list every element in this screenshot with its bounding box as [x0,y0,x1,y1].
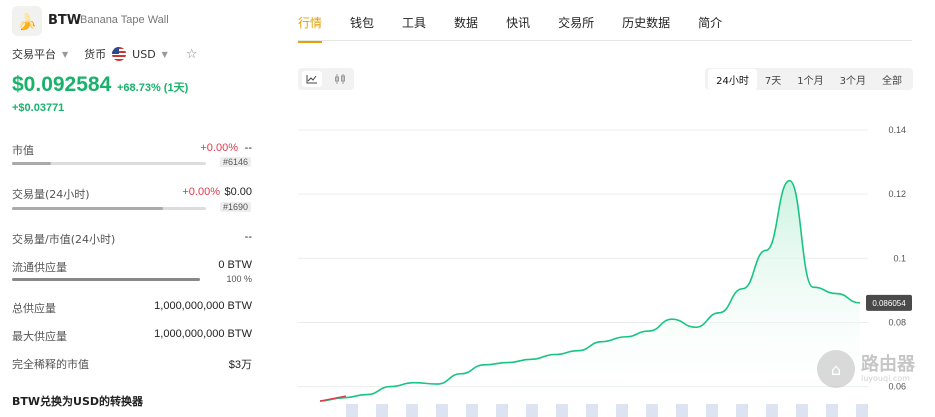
price-change-pct: +68.73% (1天) [117,82,189,94]
volume-mcap-label: 交易量/市值(24小时) [12,233,116,246]
volume-rank: #1690 [220,202,252,212]
market-cap-label: 市值 [12,144,34,157]
chart-panel: 行情 钱包 工具 数据 快讯 交易所 历史数据 简介 24小时 7天 1个月 3… [268,0,935,417]
market-cap-change: +0.00% [200,142,238,154]
chevron-down-icon: ▼ [161,49,168,59]
volume-mcap-value: -- [244,231,252,243]
volume-bar [496,404,508,417]
volume-bar [616,404,628,417]
price-area [320,180,860,402]
volume-change: +0.00% [182,186,220,198]
circulating-supply-value: 0 BTW [218,259,252,271]
volume-bar [466,404,478,417]
chevron-down-icon: ▼ [62,49,69,59]
fdv-label: 完全稀释的市值 [12,358,89,371]
fdv-value: $3万 [228,359,252,371]
volume-bar [766,404,778,417]
market-cap-rank: #6146 [220,157,252,167]
volume-bar [556,404,568,417]
volume-bar [826,404,838,417]
volume-bar [346,404,358,417]
volume-bar [406,404,418,417]
range-selector: 24小时 7天 1个月 3个月 全部 [705,68,913,90]
tab-about[interactable]: 简介 [698,14,722,43]
volume-bar [736,404,748,417]
range-24h[interactable]: 24小时 [708,68,757,90]
tab-news[interactable]: 快讯 [506,14,530,43]
main-tabs: 行情 钱包 工具 数据 快讯 交易所 历史数据 简介 [298,14,750,43]
max-supply-value: 1,000,000,000 BTW [154,328,252,340]
volume-bar [526,404,538,417]
coin-name: Banana Tape Wall [80,14,169,26]
volume-bar [436,404,448,417]
router-logo-icon: ⌂ [817,350,855,388]
price-change-abs: +$0.03771 [12,102,65,114]
circulating-bar-fill [12,278,200,281]
y-tick-label: 0.1 [893,253,906,263]
max-supply-label: 最大供应量 [12,330,67,343]
currency-dropdown[interactable]: USD [132,48,156,61]
range-all[interactable]: 全部 [874,69,910,90]
tab-tools[interactable]: 工具 [402,14,426,43]
platform-dropdown[interactable]: 交易平台 [12,46,56,62]
y-tick-label: 0.14 [888,125,906,135]
converter-title: BTW兑换为USD的转换器 [12,395,144,408]
volume-bar-fill [12,207,164,210]
star-icon[interactable]: ☆ [186,47,198,62]
current-price-tag: 0.086054 [866,294,912,311]
volume-bar [586,404,598,417]
volume-bar [646,404,658,417]
tab-history[interactable]: 历史数据 [622,14,670,43]
watermark-main: 路由器 [861,353,915,375]
market-cap-bar-fill [12,162,51,165]
circulating-pct: 100 % [226,274,252,284]
volume-bar [856,404,868,417]
volume-bar [706,404,718,417]
total-supply-value: 1,000,000,000 BTW [154,300,252,312]
market-cap-value: -- [244,142,252,154]
coin-logo: 🍌 [12,6,42,36]
volume-bar [796,404,808,417]
range-3m[interactable]: 3个月 [832,69,874,90]
platform-row: 交易平台 ▼ 货币 USD ▼ ☆ [12,46,197,62]
coin-symbol: BTW [48,13,82,28]
currency-label: 货币 [84,48,107,61]
candlestick-icon[interactable] [330,71,350,87]
volume-bar [676,404,688,417]
tab-data[interactable]: 数据 [454,14,478,43]
total-supply-label: 总供应量 [12,302,56,315]
tab-exchanges[interactable]: 交易所 [558,14,594,43]
current-price-tag-text: 0.086054 [872,299,906,308]
chart-type-toggle [298,68,354,90]
volume-bar [376,404,388,417]
tab-market[interactable]: 行情 [298,14,323,43]
market-cap-bar [12,162,206,165]
tabs-divider [298,40,912,41]
y-tick-label: 0.08 [888,317,906,327]
current-price: $0.092584 [12,73,112,96]
circulating-supply-label: 流通供应量 [12,261,67,274]
volume-label: 交易量(24小时) [12,188,90,201]
circulating-bar [12,278,200,281]
coin-info-panel: 🍌 BTW Banana Tape Wall 交易平台 ▼ 货币 USD ▼ ☆… [0,0,268,417]
volume-bar [12,207,206,210]
volume-value: $0.00 [224,186,252,198]
banana-tape-icon: 🍌 [17,11,37,31]
line-chart-icon[interactable] [302,71,322,87]
range-1m[interactable]: 1个月 [789,69,831,90]
range-7d[interactable]: 7天 [757,69,789,90]
us-flag-icon [112,47,127,61]
y-tick-label: 0.12 [888,189,906,199]
watermark-sub: luyouqi.com [861,373,910,383]
watermark: ⌂ 路由器 luyouqi.com [817,350,915,388]
tab-wallet[interactable]: 钱包 [350,14,374,43]
